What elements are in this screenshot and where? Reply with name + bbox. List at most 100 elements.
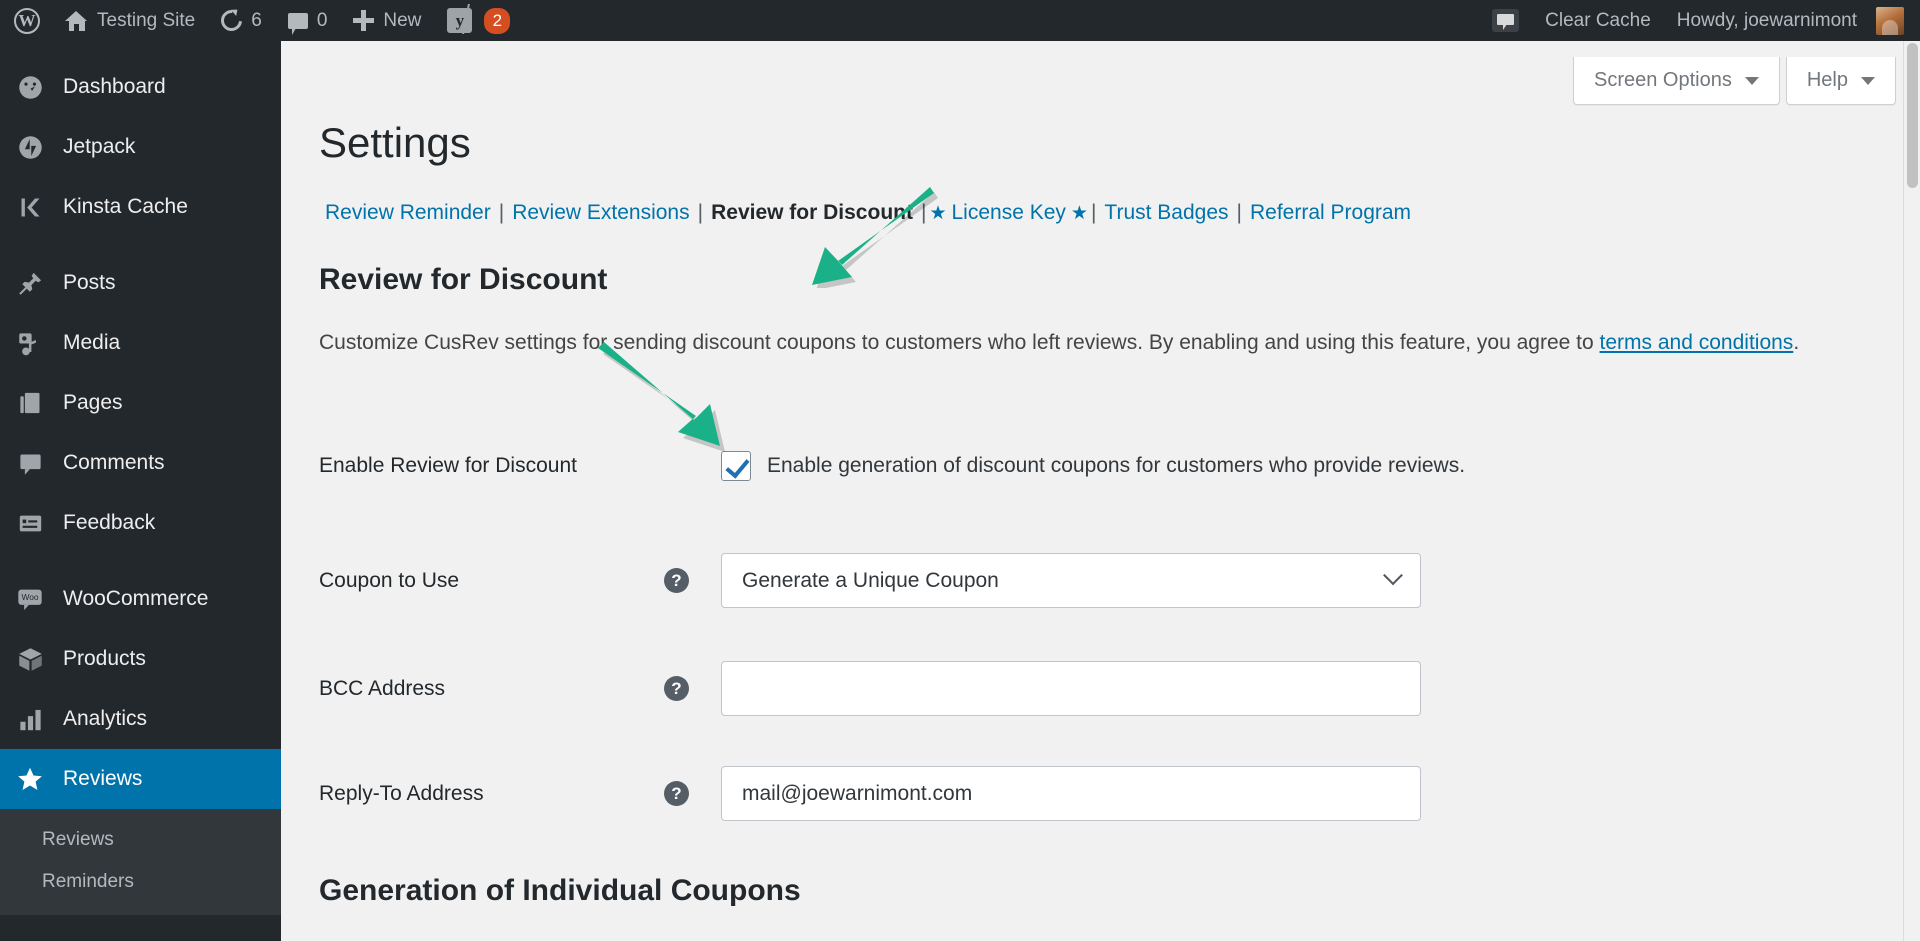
star-icon: ★: [929, 202, 947, 224]
help-icon[interactable]: ?: [664, 676, 689, 701]
my-account-menu[interactable]: Howdy, joewarnimont: [1664, 0, 1920, 41]
section-description-text: Customize CusRev settings for sending di…: [319, 331, 1600, 354]
enable-checkbox-group: Enable generation of discount coupons fo…: [721, 451, 1465, 481]
help-icon[interactable]: ?: [664, 781, 689, 806]
enable-review-for-discount-checkbox[interactable]: [721, 451, 751, 481]
tab-separator: |: [498, 201, 505, 224]
tab-referral-program[interactable]: Referral Program: [1245, 201, 1416, 225]
site-name-menu[interactable]: Testing Site: [52, 0, 208, 41]
sidebar-item-kinsta-cache[interactable]: Kinsta Cache: [0, 177, 281, 237]
updates-count: 6: [251, 9, 262, 31]
help-icon[interactable]: ?: [664, 568, 689, 593]
yoast-seo-menu[interactable]: y 2: [434, 0, 523, 41]
sidebar-item-jetpack[interactable]: Jetpack: [0, 117, 281, 177]
site-name-label: Testing Site: [97, 9, 196, 31]
chevron-down-icon: [1861, 76, 1875, 85]
admin-sidebar: Dashboard Jetpack Kinsta Cache Posts Med…: [0, 41, 297, 941]
coupon-field-wrap: Generate a Unique Coupon: [721, 553, 1421, 608]
tab-review-reminder[interactable]: Review Reminder: [320, 201, 496, 225]
sidebar-item-analytics[interactable]: Analytics: [0, 689, 281, 749]
sidebar-item-label: Comments: [63, 451, 165, 474]
bcc-address-input[interactable]: [721, 661, 1421, 716]
coupon-to-use-select[interactable]: Generate a Unique Coupon: [721, 553, 1421, 608]
page-title: Settings: [319, 119, 471, 166]
reply-to-address-input[interactable]: [721, 766, 1421, 821]
sidebar-item-label: Analytics: [63, 707, 148, 730]
section-description-suffix: .: [1793, 331, 1800, 354]
screen-options-label: Screen Options: [1594, 69, 1732, 91]
star-icon: [15, 764, 45, 794]
sidebar-item-dashboard[interactable]: Dashboard: [0, 57, 281, 117]
sidebar-item-label: Media: [63, 331, 121, 354]
label-bcc-address: BCC Address: [319, 676, 446, 700]
section-heading-generation-of-individual-coupons: Generation of Individual Coupons: [319, 874, 801, 907]
sidebar-subitem-reminders[interactable]: Reminders: [0, 861, 281, 903]
sidebar-subitem-label: Reviews: [42, 829, 114, 850]
avatar: [1876, 6, 1904, 35]
terms-and-conditions-link[interactable]: terms and conditions: [1600, 331, 1794, 354]
sidebar-item-woocommerce[interactable]: Woo WooCommerce: [0, 569, 281, 629]
help-label: Help: [1806, 69, 1848, 91]
comments-icon: [15, 448, 45, 478]
sidebar-spacer-top: [0, 41, 281, 57]
update-icon: [216, 5, 247, 36]
woocommerce-icon: Woo: [15, 584, 45, 614]
updates-menu[interactable]: 6: [208, 0, 275, 41]
svg-text:Woo: Woo: [21, 592, 38, 602]
sidebar-item-label: Feedback: [63, 511, 156, 534]
enable-checkbox-label[interactable]: Enable generation of discount coupons fo…: [767, 454, 1465, 478]
support-message-button[interactable]: [1479, 0, 1532, 41]
sidebar-divider-1: [0, 237, 281, 253]
jetpack-icon: [15, 132, 45, 162]
form-row-reply-to-address: Reply-To Address ?: [319, 766, 1769, 821]
pages-icon: [15, 388, 45, 418]
home-icon: [65, 10, 88, 31]
content-area: Screen Options Help Settings Review Remi…: [281, 41, 1920, 941]
clear-cache-menu[interactable]: Clear Cache: [1532, 0, 1664, 41]
help-button[interactable]: Help: [1785, 57, 1896, 105]
comments-count: 0: [316, 9, 328, 31]
sidebar-item-label: Dashboard: [63, 75, 166, 98]
section-heading-review-for-discount: Review for Discount: [319, 263, 608, 296]
yoast-icon: y: [447, 8, 473, 33]
wordpress-logo-menu[interactable]: W: [0, 0, 52, 41]
tab-trust-badges[interactable]: Trust Badges: [1099, 201, 1233, 225]
sidebar-item-comments[interactable]: Comments: [0, 433, 281, 493]
sidebar-item-pages[interactable]: Pages: [0, 373, 281, 433]
sidebar-item-reviews[interactable]: Reviews: [0, 749, 297, 809]
sidebar-item-label: Reviews: [63, 767, 143, 790]
tab-separator: |: [1236, 201, 1242, 224]
form-row-coupon-to-use: Coupon to Use ? Generate a Unique Coupon: [319, 553, 1769, 608]
screen-meta-links: Screen Options Help: [1573, 57, 1896, 105]
message-icon: [1492, 9, 1520, 32]
star-icon: ★: [1070, 202, 1088, 224]
screen-options-button[interactable]: Screen Options: [1573, 57, 1780, 105]
media-icon: [15, 328, 45, 358]
form-row-bcc-address: BCC Address ?: [319, 661, 1769, 716]
sidebar-item-label: Jetpack: [63, 135, 136, 158]
yoast-notification-badge: 2: [484, 7, 511, 34]
sidebar-item-posts[interactable]: Posts: [0, 253, 281, 313]
coupon-to-use-value: Generate a Unique Coupon: [742, 568, 999, 592]
sidebar-item-products[interactable]: Products: [0, 629, 281, 689]
sidebar-item-label: WooCommerce: [63, 587, 209, 610]
page-scrollbar[interactable]: [1903, 41, 1920, 941]
sidebar-item-label: Posts: [63, 271, 116, 294]
kinsta-icon: [15, 192, 45, 222]
chevron-down-icon: [1744, 76, 1759, 85]
sidebar-subitem-reviews[interactable]: Reviews: [0, 819, 281, 861]
tab-license-key[interactable]: License Key: [946, 201, 1070, 225]
tab-review-extensions[interactable]: Review Extensions: [507, 201, 694, 225]
admin-bar-right: Clear Cache Howdy, joewarnimont: [1479, 0, 1920, 41]
form-row-enable-review-for-discount: Enable Review for Discount Enable genera…: [319, 451, 1769, 481]
products-icon: [15, 644, 45, 674]
admin-bar: W Testing Site 6 0 New y 2 Clear Cache H…: [0, 0, 1920, 41]
sidebar-item-feedback[interactable]: Feedback: [0, 493, 281, 553]
sidebar-divider-2: [0, 553, 281, 569]
new-content-menu[interactable]: New: [340, 0, 434, 41]
comments-menu[interactable]: 0: [275, 0, 341, 41]
label-coupon-to-use: Coupon to Use: [319, 568, 460, 592]
sidebar-item-media[interactable]: Media: [0, 313, 281, 373]
scrollbar-thumb[interactable]: [1907, 43, 1918, 188]
wordpress-logo-letter: W: [18, 11, 36, 30]
